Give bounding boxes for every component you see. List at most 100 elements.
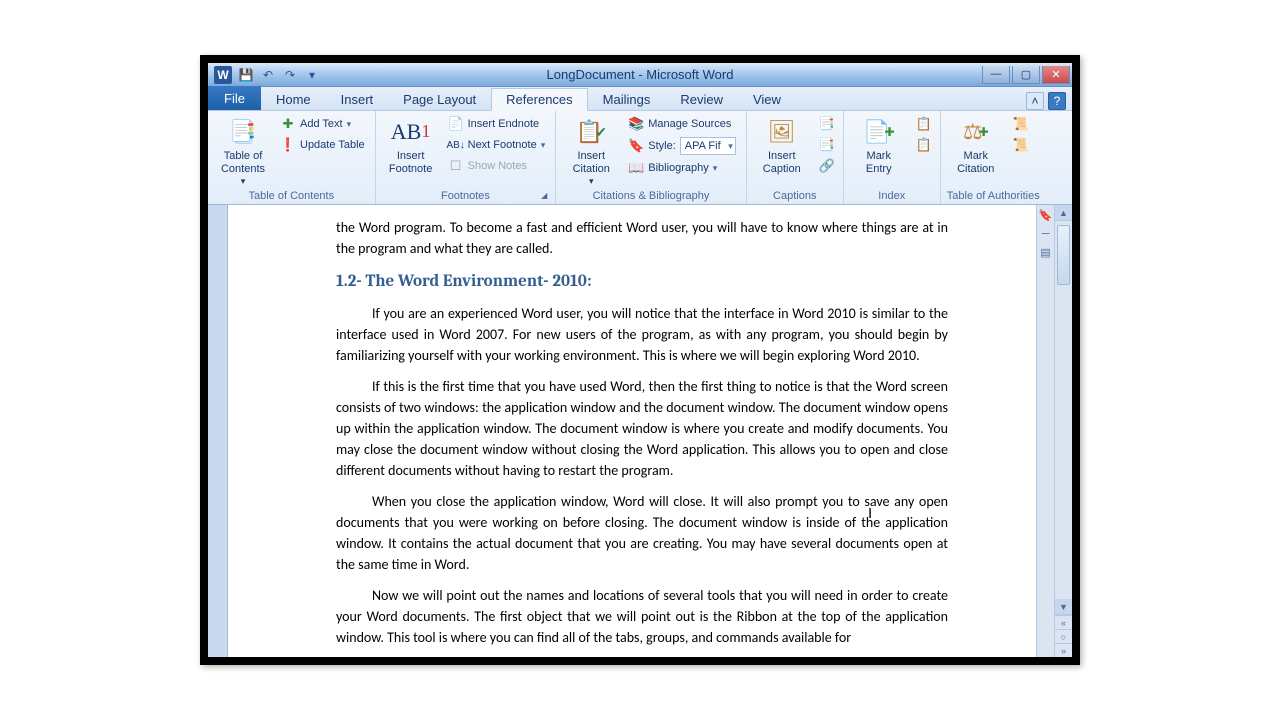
insert-endnote-button[interactable]: 📄 Insert Endnote [444, 114, 550, 134]
close-button[interactable]: ✕ [1042, 66, 1070, 84]
minimize-button[interactable]: — [982, 66, 1010, 84]
body-text: the Word program. To become a fast and e… [336, 217, 948, 259]
insert-citation-label: Insert Citation [573, 150, 610, 176]
body-text: When you close the application window, W… [336, 491, 948, 575]
endnote-icon: 📄 [448, 116, 464, 132]
insert-citation-button[interactable]: 📋✔ Insert Citation ▾ [562, 114, 620, 189]
toc-icon: 📑 [227, 116, 259, 148]
next-footnote-icon: AB↓ [448, 137, 464, 153]
bibliography-button[interactable]: 📖 Bibliography [624, 158, 740, 178]
footnotes-launcher-icon[interactable]: ◢ [539, 191, 549, 201]
vertical-scrollbar[interactable]: ▲ ▼ « ○ » [1054, 205, 1072, 657]
mark-citation-label: Mark Citation [957, 150, 994, 176]
group-label-captions: Captions [753, 189, 837, 202]
insert-caption-label: Insert Caption [763, 150, 801, 176]
group-citations: 📋✔ Insert Citation ▾ 📚 Manage Sources 🔖 … [556, 111, 747, 204]
manage-sources-icon: 📚 [628, 116, 644, 132]
show-notes-button[interactable]: ☐ Show Notes [444, 156, 550, 176]
update-tof-icon: 📑 [819, 137, 835, 153]
bibliography-label: Bibliography [648, 162, 709, 174]
style-input[interactable] [680, 137, 736, 155]
caption-icon: 🖼 [766, 116, 798, 148]
minimize-ribbon-icon[interactable]: ˄ [1026, 92, 1044, 110]
ribbon: 📑 Table of Contents ▾ ✚ Add Text ❗ Updat… [208, 111, 1072, 205]
group-label-toa: Table of Authorities [947, 189, 1040, 202]
add-text-label: Add Text [300, 118, 343, 130]
group-label-footnotes: Footnotes ◢ [382, 189, 550, 202]
mark-citation-icon: ⚖✚ [960, 116, 992, 148]
word-app-icon[interactable]: W [214, 66, 232, 84]
next-page-icon[interactable]: » [1055, 643, 1072, 657]
update-table-label: Update Table [300, 139, 365, 151]
save-icon[interactable]: 💾 [238, 67, 254, 83]
mark-entry-button[interactable]: 📄✚ Mark Entry [850, 114, 908, 189]
mark-citation-button[interactable]: ⚖✚ Mark Citation [947, 114, 1005, 189]
title-bar: W 💾 ↶ ↷ ▾ LongDocument - Microsoft Word … [208, 63, 1072, 87]
update-index-button[interactable]: 📋 [912, 135, 934, 155]
update-toa-icon: 📜 [1013, 137, 1029, 153]
side-divider: ─ [1042, 228, 1050, 240]
split-icon[interactable]: ▤ [1040, 246, 1050, 259]
next-footnote-label: Next Footnote [468, 139, 537, 151]
style-label: Style: [648, 140, 676, 152]
insert-toa-button[interactable]: 📜 [1009, 114, 1031, 134]
heading-1-2: 1.2- The Word Environment- 2010: [336, 269, 948, 295]
group-toa: ⚖✚ Mark Citation 📜 📜 Table of Authoritie… [941, 111, 1046, 204]
tab-page-layout[interactable]: Page Layout [388, 87, 491, 110]
group-table-of-contents: 📑 Table of Contents ▾ ✚ Add Text ❗ Updat… [208, 111, 376, 204]
style-selector[interactable]: 🔖 Style: [624, 135, 740, 157]
insert-footnote-label: Insert Footnote [389, 150, 432, 176]
mark-entry-label: Mark Entry [866, 150, 892, 176]
tab-file[interactable]: File [208, 86, 261, 110]
redo-icon[interactable]: ↷ [282, 67, 298, 83]
footnote-icon: AB1 [395, 116, 427, 148]
quick-access-toolbar: W 💾 ↶ ↷ ▾ [208, 66, 326, 84]
tab-mailings[interactable]: Mailings [588, 87, 666, 110]
group-label-toc: Table of Contents [214, 189, 369, 202]
update-index-icon: 📋 [916, 137, 932, 153]
tab-review[interactable]: Review [665, 87, 738, 110]
insert-index-icon: 📋 [916, 116, 932, 132]
help-icon[interactable]: ? [1048, 92, 1066, 110]
prev-page-icon[interactable]: « [1055, 615, 1072, 629]
insert-index-button[interactable]: 📋 [912, 114, 934, 134]
body-text: Now we will point out the names and loca… [336, 585, 948, 648]
scroll-track[interactable] [1055, 221, 1072, 599]
clipboard-sideicon[interactable]: 🔖 [1039, 209, 1053, 222]
window-title: LongDocument - Microsoft Word [208, 67, 1072, 82]
document-page[interactable]: the Word program. To become a fast and e… [228, 205, 1036, 657]
scroll-down-icon[interactable]: ▼ [1055, 599, 1072, 615]
browse-object-icon[interactable]: ○ [1055, 629, 1072, 643]
insert-tof-button[interactable]: 📑 [815, 114, 837, 134]
table-of-contents-button[interactable]: 📑 Table of Contents ▾ [214, 114, 272, 189]
document-viewport[interactable]: the Word program. To become a fast and e… [228, 205, 1036, 657]
qat-customize-icon[interactable]: ▾ [304, 67, 320, 83]
update-table-button[interactable]: ❗ Update Table [276, 135, 369, 155]
cross-ref-button[interactable]: 🔗 [815, 156, 837, 176]
show-notes-icon: ☐ [448, 158, 464, 174]
update-tof-button[interactable]: 📑 [815, 135, 837, 155]
cross-ref-icon: 🔗 [819, 158, 835, 174]
maximize-button[interactable]: ▢ [1012, 66, 1040, 84]
update-table-icon: ❗ [280, 137, 296, 153]
ribbon-tabs: File Home Insert Page Layout References … [208, 87, 1072, 111]
update-toa-button[interactable]: 📜 [1009, 135, 1031, 155]
manage-sources-button[interactable]: 📚 Manage Sources [624, 114, 740, 134]
tab-home[interactable]: Home [261, 87, 326, 110]
insert-caption-button[interactable]: 🖼 Insert Caption [753, 114, 811, 189]
add-text-button[interactable]: ✚ Add Text [276, 114, 369, 134]
insert-footnote-button[interactable]: AB1 Insert Footnote [382, 114, 440, 189]
undo-icon[interactable]: ↶ [260, 67, 276, 83]
next-footnote-button[interactable]: AB↓ Next Footnote [444, 135, 550, 155]
scroll-up-icon[interactable]: ▲ [1055, 205, 1072, 221]
tof-icon: 📑 [819, 116, 835, 132]
toc-button-label: Table of Contents [221, 150, 265, 176]
mark-entry-icon: 📄✚ [863, 116, 895, 148]
tab-insert[interactable]: Insert [326, 87, 389, 110]
citation-icon: 📋✔ [575, 116, 607, 148]
group-footnotes: AB1 Insert Footnote 📄 Insert Endnote AB↓… [376, 111, 557, 204]
insert-toa-icon: 📜 [1013, 116, 1029, 132]
tab-references[interactable]: References [491, 88, 587, 111]
tab-view[interactable]: View [738, 87, 796, 110]
scroll-thumb[interactable] [1057, 225, 1070, 285]
